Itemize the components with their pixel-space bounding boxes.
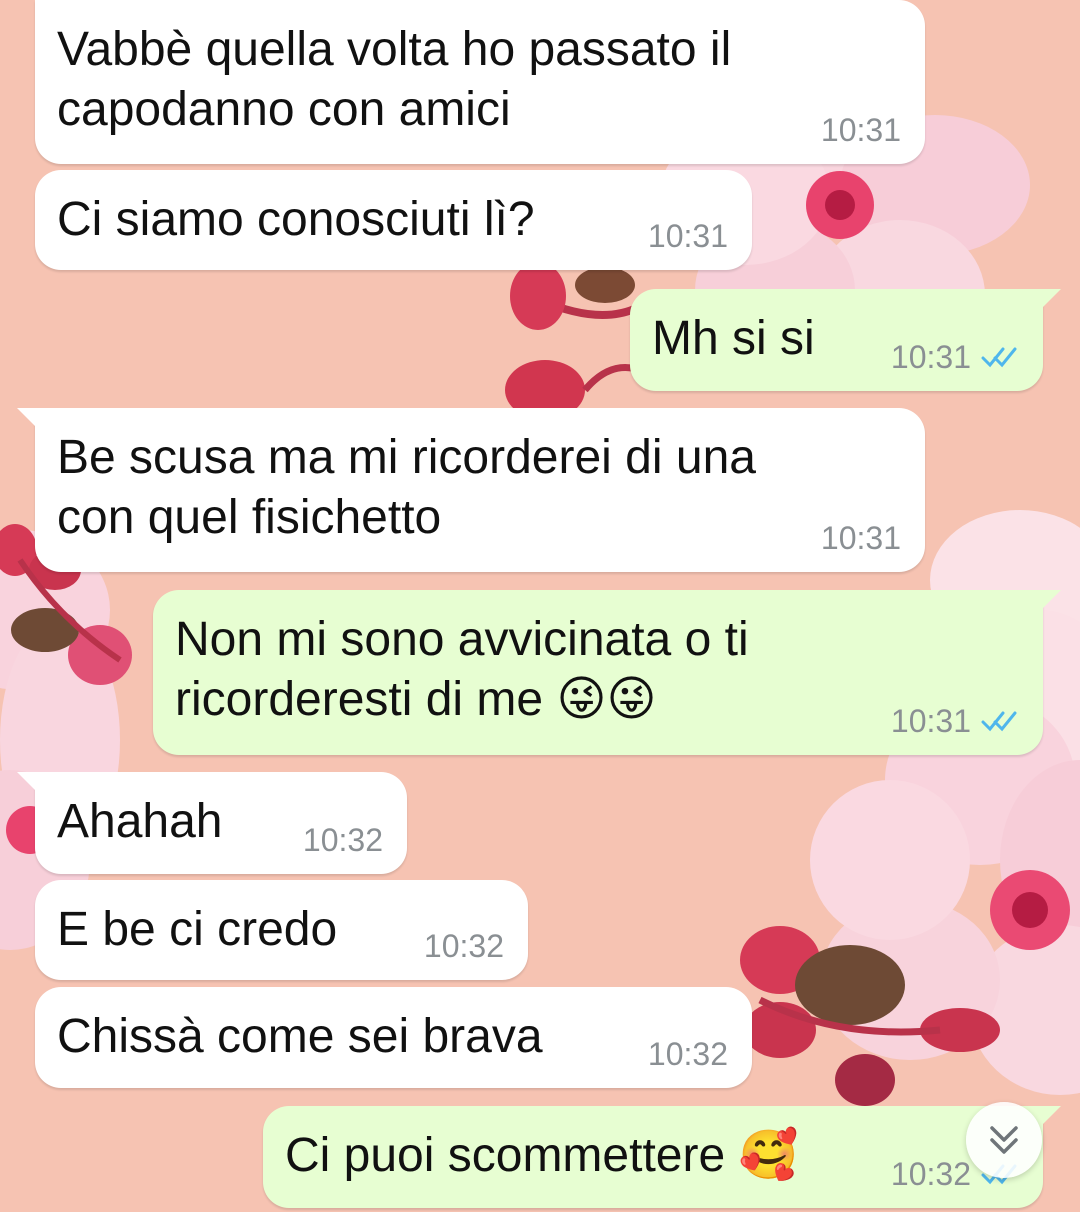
message-timestamp: 10:32 bbox=[423, 928, 504, 964]
chevron-double-down-icon bbox=[990, 1126, 1018, 1154]
message-timestamp: 10:31 bbox=[647, 218, 728, 254]
message-timestamp: 10:31 bbox=[820, 520, 901, 556]
message-bubble-incoming[interactable]: Vabbè quella volta ho passato il capodan… bbox=[35, 0, 925, 164]
message-bubble-outgoing[interactable]: Non mi sono avvicinata o ti ricorderesti… bbox=[153, 590, 1061, 755]
message-bubble-incoming[interactable]: Chissà come sei brava 10:32 bbox=[35, 987, 752, 1088]
message-bubble-outgoing[interactable]: Mh si si 10:31 bbox=[630, 289, 1061, 391]
message-text: Ci siamo conosciuti lì? bbox=[57, 193, 535, 246]
message-bubble-incoming[interactable]: Ci siamo conosciuti lì? 10:31 bbox=[35, 170, 752, 270]
message-bubble-incoming[interactable]: Ahahah 10:32 bbox=[17, 772, 407, 874]
message-bubble-outgoing[interactable]: Ci puoi scommettere 🥰 10:32 bbox=[263, 1106, 1061, 1208]
scroll-to-bottom-button[interactable] bbox=[966, 1102, 1042, 1178]
message-bubble-incoming[interactable]: Be scusa ma mi ricorderei di una con que… bbox=[17, 408, 925, 572]
message-timestamp: 10:32 bbox=[302, 822, 383, 858]
double-check-icon bbox=[981, 347, 1017, 368]
message-text: Vabbè quella volta ho passato il capodan… bbox=[57, 23, 732, 136]
message-bubble-incoming[interactable]: E be ci credo 10:32 bbox=[35, 880, 528, 980]
message-timestamp: 10:31 bbox=[890, 339, 971, 375]
message-timestamp: 10:31 bbox=[890, 703, 971, 739]
message-text: Be scusa ma mi ricorderei di una con que… bbox=[57, 431, 756, 544]
message-text: Chissà come sei brava bbox=[57, 1010, 543, 1063]
message-timestamp: 10:32 bbox=[647, 1036, 728, 1072]
message-timestamp: 10:32 bbox=[890, 1156, 971, 1192]
double-check-icon bbox=[981, 711, 1017, 732]
message-timestamp: 10:31 bbox=[820, 112, 901, 148]
